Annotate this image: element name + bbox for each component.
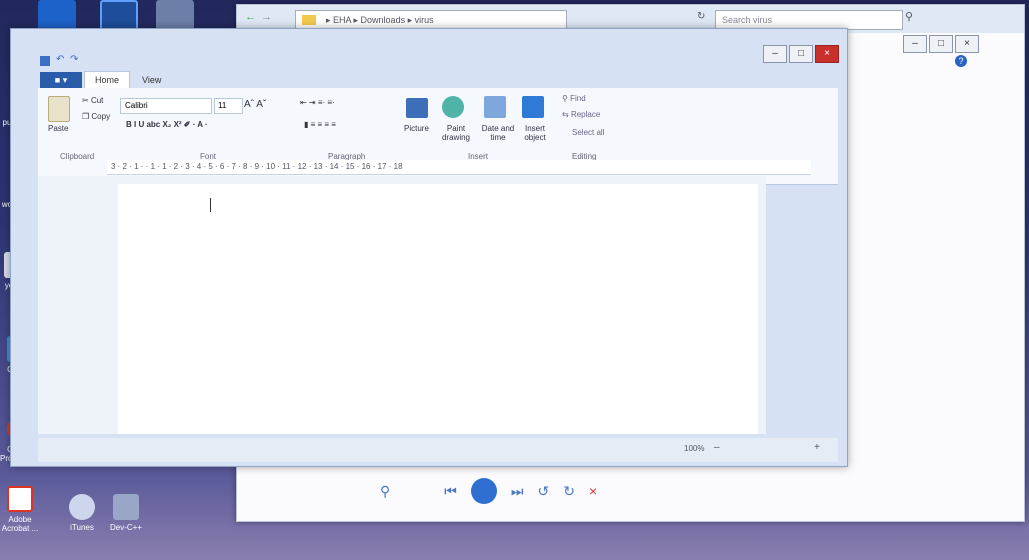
- align-icons[interactable]: ▮ ≡ ≡ ≡ ≡: [304, 120, 336, 129]
- picture-icon: [406, 98, 428, 118]
- acrobat-shortcut[interactable]: Adobe Acrobat ...: [0, 486, 40, 533]
- delete-icon[interactable]: ×: [589, 483, 597, 499]
- folder-icon: [302, 15, 316, 25]
- zoom-out-icon[interactable]: –: [714, 442, 720, 453]
- address-bar[interactable]: ▸ EHA ▸ Downloads ▸ virus: [295, 10, 567, 30]
- font-format-row[interactable]: B I U abc X₂ X² ✐ · A ·: [126, 120, 208, 129]
- devcpp-shortcut[interactable]: Dev-C++: [104, 494, 148, 532]
- explorer-minimize-button[interactable]: –: [903, 35, 927, 53]
- previous-icon[interactable]: ⏮: [444, 483, 457, 500]
- document-area: [38, 176, 766, 434]
- undo-icon[interactable]: ↶: [56, 54, 64, 65]
- help-icon[interactable]: ?: [955, 55, 967, 67]
- insert-object-button[interactable]: Insert object: [518, 124, 552, 142]
- document-page[interactable]: [118, 184, 758, 434]
- back-icon[interactable]: ←: [245, 11, 256, 23]
- viewer-toolbar: ⚲ ⏮ ⏭ ↺ ↻ ×: [380, 478, 597, 504]
- paste-button[interactable]: Paste: [48, 124, 68, 133]
- date-time-button[interactable]: Date and time: [478, 124, 518, 142]
- next-icon[interactable]: ⏭: [511, 483, 524, 500]
- paint-drawing-icon: [442, 96, 464, 118]
- explorer-maximize-button[interactable]: □: [929, 35, 953, 53]
- select-all-button[interactable]: Select all: [572, 128, 604, 137]
- explorer-window-controls: – □ ×: [903, 35, 979, 53]
- save-icon[interactable]: [40, 56, 50, 66]
- clipboard-group-label: Clipboard: [60, 152, 95, 161]
- replace-button[interactable]: ⇆ Replace: [562, 110, 600, 119]
- paint-drawing-button[interactable]: Paint drawing: [436, 124, 476, 142]
- date-time-icon: [484, 96, 506, 118]
- insert-object-icon: [522, 96, 544, 118]
- address-text: ▸ EHA ▸ Downloads ▸ virus: [326, 15, 434, 25]
- rotate-left-icon[interactable]: ↺: [537, 483, 549, 500]
- zoom-search-icon[interactable]: ⚲: [380, 483, 390, 500]
- itunes-icon: [69, 494, 95, 520]
- find-icon: ⚲: [562, 94, 571, 103]
- status-bar: 100% – +: [38, 438, 838, 462]
- cut-button[interactable]: ✂ Cut: [82, 96, 103, 105]
- search-input[interactable]: Search virus: [715, 10, 903, 30]
- redo-icon[interactable]: ↷: [70, 54, 78, 65]
- tab-view[interactable]: View: [132, 72, 171, 88]
- forward-icon[interactable]: →: [261, 11, 272, 23]
- replace-icon: ⇆: [562, 110, 571, 119]
- tab-home[interactable]: Home: [84, 71, 131, 88]
- explorer-close-button[interactable]: ×: [955, 35, 979, 53]
- wordpad-maximize-button[interactable]: □: [789, 45, 813, 63]
- find-button[interactable]: ⚲ Find: [562, 94, 586, 103]
- text-cursor: [210, 198, 211, 212]
- scissors-icon: ✂: [82, 96, 91, 105]
- play-slideshow-icon[interactable]: [470, 478, 497, 504]
- ruler: 3 · 2 · 1 · · 1 · 1 · 2 · 3 · 4 · 5 · 6 …: [107, 160, 811, 175]
- search-icon[interactable]: ⚲: [905, 10, 913, 23]
- devcpp-icon: [113, 494, 139, 520]
- font-size-select[interactable]: 11: [214, 98, 243, 114]
- picture-button[interactable]: Picture: [404, 124, 429, 133]
- wordpad-window-controls: – □ ×: [763, 45, 839, 63]
- zoom-level: 100%: [684, 444, 705, 453]
- wordpad-close-button[interactable]: ×: [815, 45, 839, 63]
- copy-button[interactable]: ❐ Copy: [82, 112, 110, 121]
- itunes-shortcut[interactable]: iTunes: [60, 494, 104, 532]
- acrobat-icon: [7, 486, 33, 512]
- rotate-right-icon[interactable]: ↻: [563, 483, 575, 500]
- paste-icon: [48, 96, 70, 122]
- wordpad-minimize-button[interactable]: –: [763, 45, 787, 63]
- zoom-in-icon[interactable]: +: [814, 442, 820, 453]
- copy-icon: ❐: [82, 112, 92, 121]
- indent-icons[interactable]: ⇤ ⇥ ≡· ≡·: [300, 98, 335, 107]
- grow-font-icon[interactable]: Aˆ Aˇ: [244, 99, 266, 110]
- file-tab[interactable]: ■ ▾: [40, 72, 82, 88]
- font-name-select[interactable]: Calibri: [120, 98, 212, 114]
- refresh-icon[interactable]: ↻: [697, 11, 705, 22]
- ribbon-tabs: ■ ▾ Home View: [40, 71, 171, 88]
